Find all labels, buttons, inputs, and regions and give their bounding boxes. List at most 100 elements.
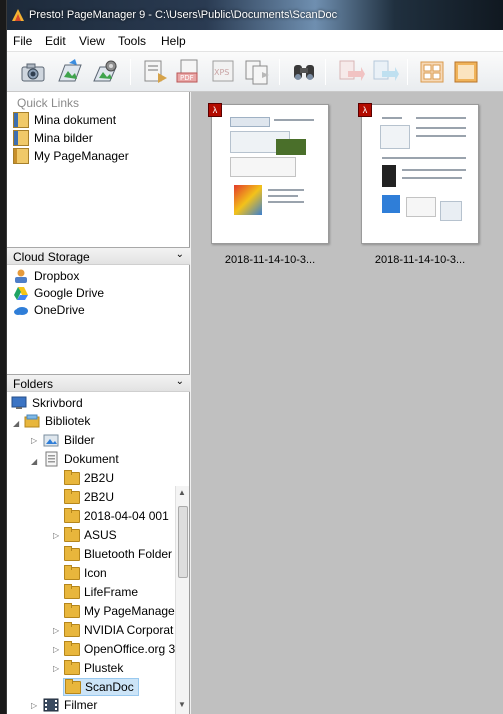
tree-item-2b2u[interactable]: 2B2U	[63, 469, 114, 487]
cloud-item-onedrive[interactable]: OneDrive	[13, 301, 85, 319]
tree-item-bibliotek[interactable]: Bibliotek	[24, 412, 90, 430]
tree-item-2b2u[interactable]: 2B2U	[63, 488, 114, 506]
documents-icon	[45, 451, 58, 467]
page-content	[406, 197, 436, 217]
quick-link-mina-dokument[interactable]: Mina dokument	[13, 111, 116, 129]
cloud-item-google-drive[interactable]: Google Drive	[13, 284, 104, 302]
tree-item-plustek[interactable]: Plustek	[63, 659, 123, 677]
thumbnail-view-icon[interactable]	[417, 57, 447, 87]
scroll-down-arrow-icon[interactable]: ▼	[178, 700, 186, 709]
google-drive-icon	[14, 287, 28, 300]
tree-item-my-pagemanager[interactable]: My PageManage	[63, 602, 175, 620]
tree-item-skrivbord[interactable]: Skrivbord	[11, 394, 83, 412]
page-content	[382, 117, 402, 119]
tree-item-dokument[interactable]: Dokument	[43, 450, 119, 468]
cloud-storage-header[interactable]: Cloud Storage ⌄	[7, 247, 190, 265]
folder-icon	[63, 527, 80, 543]
batch-icon[interactable]	[91, 57, 121, 87]
onedrive-cloud-icon	[14, 307, 28, 315]
tree-item-nvidia-corporation[interactable]: NVIDIA Corporat	[63, 621, 173, 639]
page-content	[402, 169, 466, 171]
svg-text:PDF: PDF	[180, 74, 194, 82]
collapsed-arrow-icon[interactable]: ▷	[53, 664, 59, 673]
send-to-icon[interactable]	[369, 57, 399, 87]
folder-icon	[63, 622, 80, 638]
page-content	[230, 117, 270, 127]
page-content	[416, 117, 466, 119]
pdf-icon[interactable]: PDF	[174, 57, 204, 87]
expanded-arrow-icon[interactable]: ◢	[13, 419, 19, 428]
tree-item-2018-04-04-001[interactable]: 2018-04-04 001	[63, 507, 169, 525]
title-bar[interactable]: Presto! PageManager 9 - C:\Users\Public\…	[7, 0, 503, 30]
page-content	[230, 157, 296, 177]
tree-item-label: Bilder	[64, 433, 95, 447]
detail-view-icon[interactable]	[451, 57, 481, 87]
toolbar-separator	[325, 59, 326, 85]
quick-link-label: Mina dokument	[34, 113, 117, 127]
document-label[interactable]: 2018-11-14-10-3...	[205, 254, 335, 266]
page-content	[268, 195, 298, 197]
menu-view[interactable]: View	[79, 34, 105, 48]
tree-item-label: Filmer	[64, 698, 98, 712]
collapsed-arrow-icon[interactable]: ▷	[53, 645, 59, 654]
tree-item-lifeframe[interactable]: LifeFrame	[63, 583, 138, 601]
tree-item-label: Bluetooth Folder	[84, 547, 173, 561]
cloud-storage-title: Cloud Storage	[13, 250, 90, 264]
folder-icon	[63, 565, 80, 581]
tree-item-label: LifeFrame	[84, 585, 139, 599]
tree-item-bilder[interactable]: Bilder	[43, 431, 95, 449]
tree-item-asus[interactable]: ASUS	[63, 526, 117, 544]
document-label[interactable]: 2018-11-14-10-3...	[355, 254, 485, 266]
acquire-icon[interactable]	[55, 57, 85, 87]
document-thumbnail[interactable]: λ	[358, 103, 479, 244]
folder-icon	[63, 603, 80, 619]
chevron-down-icon[interactable]: ⌄	[176, 376, 184, 387]
page-content	[268, 201, 304, 203]
folder-tree-scrollbar[interactable]: ▲ ▼	[175, 486, 189, 714]
tree-item-label: ASUS	[84, 528, 117, 542]
videos-icon	[43, 698, 59, 712]
tree-item-label: OpenOffice.org 3	[84, 642, 176, 656]
scroll-up-arrow-icon[interactable]: ▲	[178, 488, 186, 497]
document-thumbnail[interactable]: λ	[208, 103, 329, 244]
folders-header[interactable]: Folders ⌄	[7, 374, 190, 392]
collapsed-arrow-icon[interactable]: ▷	[31, 701, 37, 710]
menu-help[interactable]: Help	[161, 34, 186, 48]
collapsed-arrow-icon[interactable]: ▷	[31, 436, 37, 445]
desktop-icon	[11, 396, 27, 409]
tree-item-scandoc[interactable]: ScanDoc	[63, 678, 139, 696]
menu-edit[interactable]: Edit	[45, 34, 66, 48]
folder-icon	[63, 489, 80, 505]
find-binoculars-icon[interactable]	[289, 57, 319, 87]
cloud-item-dropbox[interactable]: Dropbox	[13, 267, 79, 285]
menu-tools[interactable]: Tools	[118, 34, 146, 48]
tree-item-openoffice[interactable]: OpenOffice.org 3	[63, 640, 175, 658]
tree-item-icon[interactable]: Icon	[63, 564, 107, 582]
export-icon[interactable]	[140, 57, 170, 87]
tree-item-filmer[interactable]: Filmer	[43, 696, 97, 714]
quick-link-mina-bilder[interactable]: Mina bilder	[13, 129, 93, 147]
collapsed-arrow-icon[interactable]: ▷	[53, 626, 59, 635]
toolbar-separator	[279, 59, 280, 85]
page-content	[274, 119, 314, 121]
quick-link-my-pagemanager[interactable]: My PageManager	[13, 147, 129, 165]
convert-icon[interactable]	[242, 57, 272, 87]
chevron-down-icon[interactable]: ⌄	[176, 249, 184, 260]
tree-item-bluetooth-folder[interactable]: Bluetooth Folder	[63, 545, 172, 563]
xps-icon[interactable]: XPS	[208, 57, 238, 87]
tree-item-label: 2B2U	[84, 490, 115, 504]
scrollbar-thumb[interactable]	[178, 506, 188, 578]
document-library-icon	[13, 112, 29, 128]
folder-icon	[63, 470, 80, 486]
page-content	[440, 201, 462, 221]
tree-item-label: Icon	[84, 566, 107, 580]
scan-camera-icon[interactable]	[19, 57, 49, 87]
menu-file[interactable]: File	[13, 34, 32, 48]
send-icon[interactable]	[335, 57, 365, 87]
document-workspace[interactable]: λ 2018-11-14-10-3... λ 2018-11-14-10-3..…	[191, 92, 503, 714]
pdf-badge-icon: λ	[208, 103, 222, 117]
expanded-arrow-icon[interactable]: ◢	[31, 457, 37, 466]
collapsed-arrow-icon[interactable]: ▷	[53, 531, 59, 540]
tree-item-label: NVIDIA Corporat	[84, 623, 174, 637]
folders-title: Folders	[13, 377, 54, 391]
